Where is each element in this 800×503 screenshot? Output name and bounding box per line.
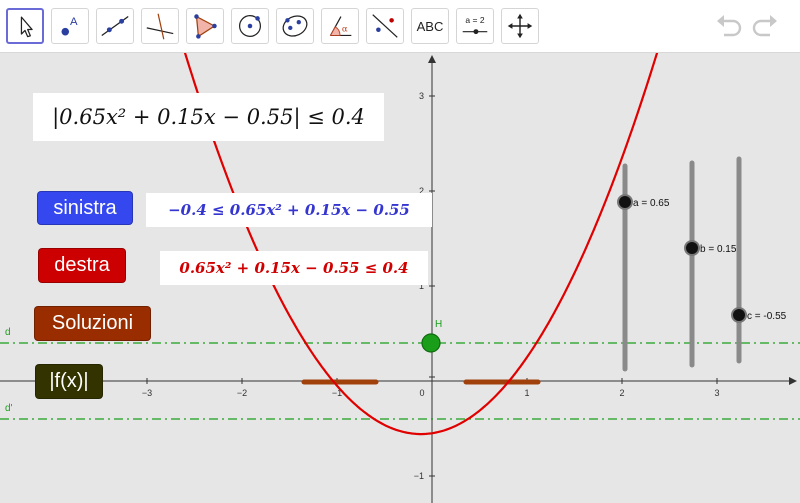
- sinistra-button[interactable]: sinistra: [37, 191, 133, 225]
- move-graphics-view-icon: [507, 13, 533, 39]
- slider-tool-label: a = 2: [465, 15, 484, 25]
- y-tick-label: −1: [414, 471, 424, 481]
- perpendicular-tool-button[interactable]: [141, 8, 179, 44]
- undo-button[interactable]: [714, 12, 744, 40]
- main-inequality-label: |0.65x² + 0.15x − 0.55| ≤ 0.4: [52, 105, 365, 129]
- line-through-points-icon: [101, 16, 129, 36]
- polygon-icon: [194, 14, 217, 39]
- slider-c-handle[interactable]: [731, 307, 747, 323]
- destra-button[interactable]: destra: [38, 248, 126, 283]
- move-tool-button[interactable]: [6, 8, 44, 44]
- circle-center-point-icon: [238, 14, 262, 38]
- reflect-about-line-icon: [372, 14, 398, 38]
- undo-icon: [717, 15, 742, 37]
- abs-fx-button[interactable]: |f(x)|: [35, 364, 103, 399]
- right-inequality-text: 0.65x² + 0.15x − 0.55 ≤ 0.4: [160, 251, 428, 285]
- slider-tool-button[interactable]: a = 2: [456, 8, 494, 44]
- y-tick-label: 3: [419, 91, 424, 101]
- slider-icon: a = 2: [462, 15, 488, 35]
- y-axis-arrow: [428, 55, 436, 63]
- polygon-tool-button[interactable]: [186, 8, 224, 44]
- x-tick-label: 3: [714, 388, 719, 398]
- point-tool-button[interactable]: A: [51, 8, 89, 44]
- soluzioni-button[interactable]: Soluzioni: [34, 306, 151, 341]
- x-tick-label: 2: [619, 388, 624, 398]
- slider-b-label: b = 0.15: [700, 244, 737, 255]
- main-inequality-text: |0.65x² + 0.15x − 0.55| ≤ 0.4: [33, 93, 384, 141]
- soluzioni-button-label: Soluzioni: [51, 312, 134, 334]
- move-graphics-tool-button[interactable]: [501, 8, 539, 44]
- slider-a-handle[interactable]: [617, 194, 633, 210]
- angle-icon: α: [329, 16, 352, 37]
- point-H-label: H: [435, 319, 442, 330]
- x-tick-label: −3: [142, 388, 152, 398]
- line-d-label: d: [5, 327, 11, 338]
- toolbar: A α ABC a = 2: [0, 0, 800, 53]
- arrow-pointer-icon: [20, 16, 33, 38]
- x-axis-arrow: [789, 377, 797, 385]
- circle-tool-button[interactable]: [231, 8, 269, 44]
- x-tick-label: 0: [419, 388, 424, 398]
- left-inequality-label: −0.4 ≤ 0.65x² + 0.15x − 0.55: [168, 201, 410, 219]
- slider-a-label: a = 0.65: [633, 198, 670, 209]
- right-inequality-label: 0.65x² + 0.15x − 0.55 ≤ 0.4: [179, 259, 409, 277]
- point-tool-label: A: [70, 16, 78, 28]
- text-tool-label: ABC: [416, 18, 444, 34]
- abs-fx-button-label: |f(x)|: [49, 370, 89, 392]
- x-tick-label: 1: [524, 388, 529, 398]
- slider-b-handle[interactable]: [684, 240, 700, 256]
- perpendicular-line-icon: [146, 13, 174, 40]
- line-d-prime-label: d': [5, 403, 13, 414]
- text-tool-button[interactable]: ABC: [411, 8, 449, 44]
- sinistra-button-label: sinistra: [53, 196, 117, 219]
- graphics-view[interactable]: −3 −2 −1 0 1 2 3 3 2 1 −1 d d' H a = 0.6…: [0, 53, 800, 503]
- point-H[interactable]: [421, 333, 441, 353]
- slider-c-label: c = -0.55: [747, 311, 787, 322]
- ellipse-icon: [282, 15, 308, 37]
- angle-tool-label: α: [342, 25, 348, 35]
- angle-tool-button[interactable]: α: [321, 8, 359, 44]
- redo-button[interactable]: [750, 12, 780, 40]
- destra-button-label: destra: [54, 254, 110, 276]
- conic-tool-button[interactable]: [276, 8, 314, 44]
- redo-icon: [752, 15, 777, 37]
- left-inequality-text: −0.4 ≤ 0.65x² + 0.15x − 0.55: [146, 193, 432, 227]
- point-icon: A: [61, 16, 78, 36]
- reflect-tool-button[interactable]: [366, 8, 404, 44]
- line-tool-button[interactable]: [96, 8, 134, 44]
- x-tick-label: −2: [237, 388, 247, 398]
